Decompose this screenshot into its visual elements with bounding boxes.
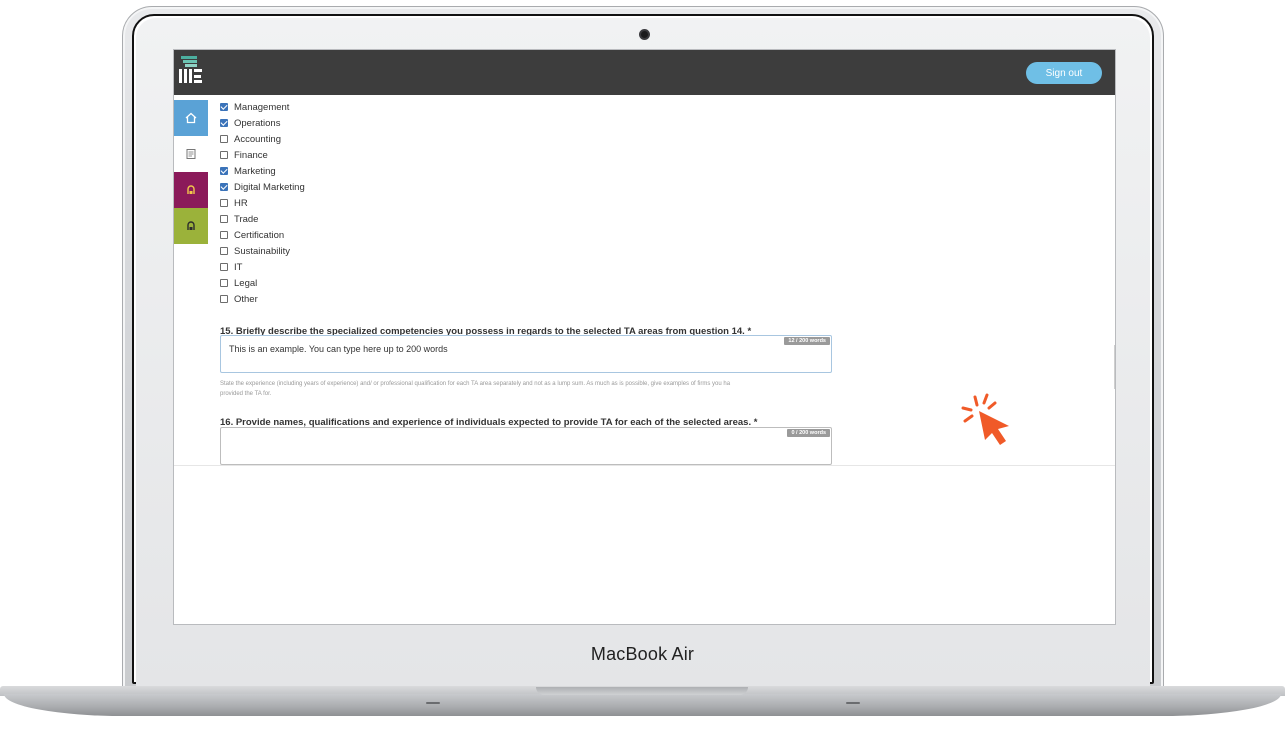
word-count-badge: 0 / 200 words xyxy=(787,429,830,437)
question-16-textarea[interactable]: 0 / 200 words xyxy=(220,427,832,465)
camera-icon xyxy=(639,29,650,40)
word-count-badge: 12 / 200 words xyxy=(784,337,830,345)
checkbox-unchecked[interactable] xyxy=(220,151,228,159)
checkbox-label: Accounting xyxy=(234,133,282,145)
checkbox-label: Operations xyxy=(234,117,281,129)
hint-line: provided the TA for. xyxy=(220,391,272,397)
sign-out-button[interactable]: Sign out xyxy=(1026,62,1102,84)
sidebar-item-profile-magenta[interactable] xyxy=(174,172,208,208)
checkbox-row[interactable]: Operations xyxy=(220,115,305,131)
checkbox-row[interactable]: Management xyxy=(220,99,305,115)
checkbox-label: Certification xyxy=(234,229,285,241)
checkbox-label: Other xyxy=(234,293,258,305)
checkbox-label: Sustainability xyxy=(234,245,290,257)
checkbox-row[interactable]: Other xyxy=(220,291,305,307)
laptop-foot xyxy=(846,702,860,704)
checkbox-unchecked[interactable] xyxy=(220,279,228,287)
checkbox-label: HR xyxy=(234,197,248,209)
checkbox-checked[interactable] xyxy=(220,119,228,127)
checkbox-row[interactable]: Certification xyxy=(220,227,305,243)
checkbox-label: Trade xyxy=(234,213,259,225)
checkbox-unchecked[interactable] xyxy=(220,231,228,239)
checkbox-checked[interactable] xyxy=(220,167,228,175)
checkbox-row[interactable]: Trade xyxy=(220,211,305,227)
click-pointer-icon xyxy=(961,393,1009,445)
checkbox-unchecked[interactable] xyxy=(220,295,228,303)
user-badge-icon xyxy=(187,185,195,194)
laptop-brand-label: MacBook Air xyxy=(590,644,695,664)
checkbox-row[interactable]: Marketing xyxy=(220,163,305,179)
top-bar: Sign out xyxy=(174,50,1115,95)
laptop-base xyxy=(4,694,1281,716)
document-icon xyxy=(186,149,196,159)
app-screen: Sign out Management Operations Accountin… xyxy=(173,49,1116,625)
app-logo-icon xyxy=(179,56,202,83)
user-badge-icon xyxy=(187,221,195,230)
home-icon xyxy=(185,112,197,124)
question-15-hint: State the experience (including years of… xyxy=(220,379,832,399)
hint-line: State the experience (including years of… xyxy=(220,381,731,387)
checkbox-row[interactable]: Legal xyxy=(220,275,305,291)
checkbox-label: Legal xyxy=(234,277,258,289)
sidebar-item-profile-green[interactable] xyxy=(174,208,208,244)
checkbox-checked[interactable] xyxy=(220,183,228,191)
checkbox-row[interactable]: Sustainability xyxy=(220,243,305,259)
checkbox-unchecked[interactable] xyxy=(220,215,228,223)
checkbox-row[interactable]: Digital Marketing xyxy=(220,179,305,195)
ta-areas-checklist: Management Operations Accounting Finance… xyxy=(220,99,305,307)
checkbox-checked[interactable] xyxy=(220,103,228,111)
sidebar-item-home[interactable] xyxy=(174,100,208,136)
checkbox-row[interactable]: Finance xyxy=(220,147,305,163)
checkbox-label: Finance xyxy=(234,149,268,161)
laptop-notch xyxy=(536,687,748,695)
checkbox-label: IT xyxy=(234,261,243,273)
question-15-textarea[interactable]: This is an example. You can type here up… xyxy=(220,335,832,373)
question-15-value: This is an example. You can type here up… xyxy=(229,344,448,354)
checkbox-label: Digital Marketing xyxy=(234,181,305,193)
laptop-foot xyxy=(426,702,440,704)
checkbox-unchecked[interactable] xyxy=(220,247,228,255)
checkbox-row[interactable]: IT xyxy=(220,259,305,275)
checkbox-unchecked[interactable] xyxy=(220,135,228,143)
checkbox-unchecked[interactable] xyxy=(220,199,228,207)
checkbox-row[interactable]: HR xyxy=(220,195,305,211)
checkbox-label: Marketing xyxy=(234,165,276,177)
sidebar-item-document[interactable] xyxy=(174,136,208,172)
sidebar xyxy=(174,95,208,465)
scrollbar[interactable] xyxy=(1114,345,1115,389)
checkbox-unchecked[interactable] xyxy=(220,263,228,271)
screen-blank-area xyxy=(174,465,1115,624)
checkbox-row[interactable]: Accounting xyxy=(220,131,305,147)
checkbox-label: Management xyxy=(234,101,290,113)
